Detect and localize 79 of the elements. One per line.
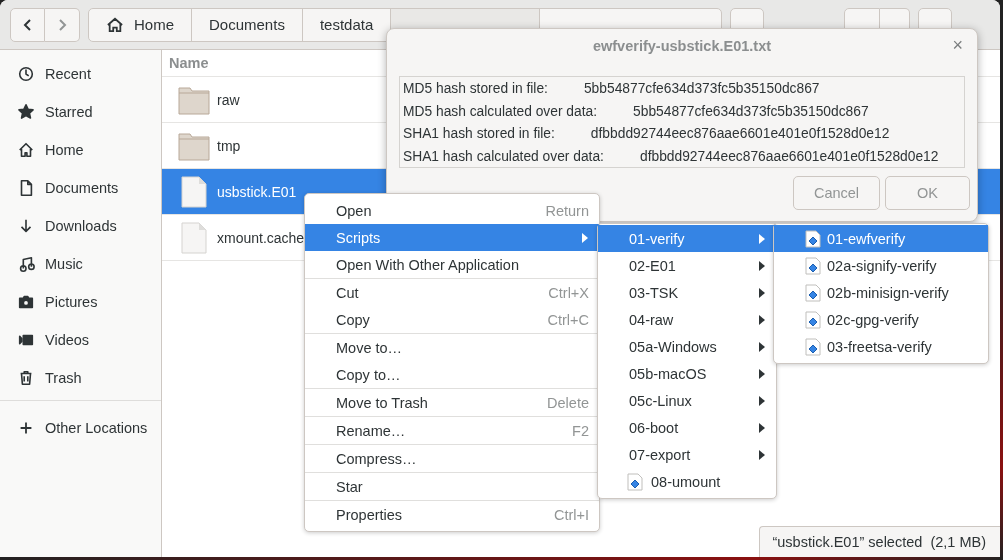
script-icon	[805, 337, 821, 356]
menu-item[interactable]: 02a-signify-verify	[774, 252, 988, 279]
sidebar-item[interactable]: Recent	[0, 55, 161, 93]
sidebar-item[interactable]: Home	[0, 131, 161, 169]
submenu-arrow-icon	[758, 286, 766, 299]
hash-value: dfbbdd92744eec876aae6601e401e0f1528d0e12	[590, 125, 890, 143]
menu-item[interactable]: 07-export	[598, 441, 776, 468]
menu-item[interactable]: 03-TSK	[598, 279, 776, 306]
script-icon	[805, 283, 821, 302]
menu-item[interactable]: 03-freetsa-verify	[774, 333, 988, 360]
hash-value: dfbbdd92744eec876aae6601e401e0f1528d0e12	[639, 147, 939, 166]
place-icon	[17, 255, 35, 273]
place-icon	[17, 293, 35, 311]
folder-icon	[178, 130, 210, 161]
sidebar-item[interactable]: Downloads	[0, 207, 161, 245]
menu-item[interactable]: Star	[305, 473, 599, 500]
menu-item[interactable]: Copy Ctrl+C	[305, 306, 599, 333]
hash-label: MD5 hash calculated over data:	[403, 102, 598, 121]
script-icon	[805, 256, 821, 275]
menu-item[interactable]: 06-boot	[598, 414, 776, 441]
script-icon	[805, 229, 821, 248]
submenu-arrow-icon	[758, 340, 766, 353]
sidebar-item[interactable]: Pictures	[0, 283, 161, 321]
hash-value: 5bb54877cfe634d373fc5b35150dc867	[633, 102, 869, 121]
hash-value: 5bb54877cfe634d373fc5b35150dc867	[583, 80, 820, 98]
submenu-arrow-icon	[758, 313, 766, 326]
path-button[interactable]: Documents	[192, 8, 303, 41]
script-icon	[805, 310, 821, 329]
sidebar-item[interactable]: Music	[0, 245, 161, 283]
submenu-arrow-icon	[581, 231, 589, 244]
menu-item[interactable]: Move to Trash Delete	[305, 389, 599, 416]
dialog-title: ewfverify-usbstick.E01.txt	[592, 38, 772, 54]
menu-item[interactable]: 02b-minisign-verify	[774, 279, 988, 306]
close-button[interactable]: ×	[948, 35, 967, 56]
place-icon	[17, 141, 35, 159]
submenu-arrow-icon	[758, 367, 766, 380]
folder-icon	[178, 84, 210, 115]
back-button[interactable]	[10, 7, 45, 42]
script-icon	[627, 472, 643, 491]
menu-item[interactable]: 04-raw	[598, 306, 776, 333]
sidebar-item[interactable]: Videos	[0, 321, 161, 359]
sidebar-item[interactable]: Trash	[0, 359, 161, 397]
menu-item[interactable]: Scripts	[305, 224, 599, 251]
back-icon	[21, 17, 34, 32]
menu-item[interactable]: Compress…	[305, 445, 599, 472]
hash-label: SHA1 hash stored in file:	[403, 125, 555, 143]
home-icon	[106, 16, 124, 33]
status-bar: “usbstick.E01” selected (2,1 MB)	[759, 526, 1000, 557]
menu-item[interactable]: 02c-gpg-verify	[774, 306, 988, 333]
menu-item[interactable]: 05a-Windows	[598, 333, 776, 360]
menu-item[interactable]: 02-E01	[598, 252, 776, 279]
path-button[interactable]: Home	[89, 8, 192, 41]
menu-item[interactable]: Cut Ctrl+X	[305, 279, 599, 306]
menu-item[interactable]: Rename… F2	[305, 417, 599, 444]
submenu-arrow-icon	[758, 259, 766, 272]
menu-item[interactable]: Move to…	[305, 334, 599, 361]
file-icon	[178, 221, 210, 254]
file-icon	[178, 175, 210, 208]
sidebar-item[interactable]: Starred	[0, 93, 161, 131]
menu-item[interactable]: 05b-macOS	[598, 360, 776, 387]
menu-item[interactable]: 01-ewfverify	[774, 225, 988, 252]
submenu-arrow-icon	[758, 421, 766, 434]
sidebar-item[interactable]: Documents	[0, 169, 161, 207]
menu-item[interactable]: Copy to…	[305, 361, 599, 388]
menu-item[interactable]: Properties Ctrl+I	[305, 501, 599, 528]
menu-item[interactable]: 08-umount	[598, 468, 776, 495]
menu-item[interactable]: Open With Other Application	[305, 251, 599, 278]
menu-item[interactable]: 01-verify	[598, 225, 776, 252]
sidebar-item[interactable]: Other Locations	[0, 409, 161, 447]
hash-label: MD5 hash stored in file:	[403, 80, 548, 98]
menu-item[interactable]: Open Return	[305, 197, 599, 224]
submenu-arrow-icon	[758, 232, 766, 245]
menu-item[interactable]: 05c-Linux	[598, 387, 776, 414]
submenu-arrow-icon	[758, 394, 766, 407]
hash-label: SHA1 hash calculated over data:	[403, 147, 604, 166]
place-icon	[17, 65, 35, 83]
forward-icon	[56, 17, 68, 32]
place-icon	[17, 103, 35, 121]
submenu-arrow-icon	[758, 448, 766, 461]
